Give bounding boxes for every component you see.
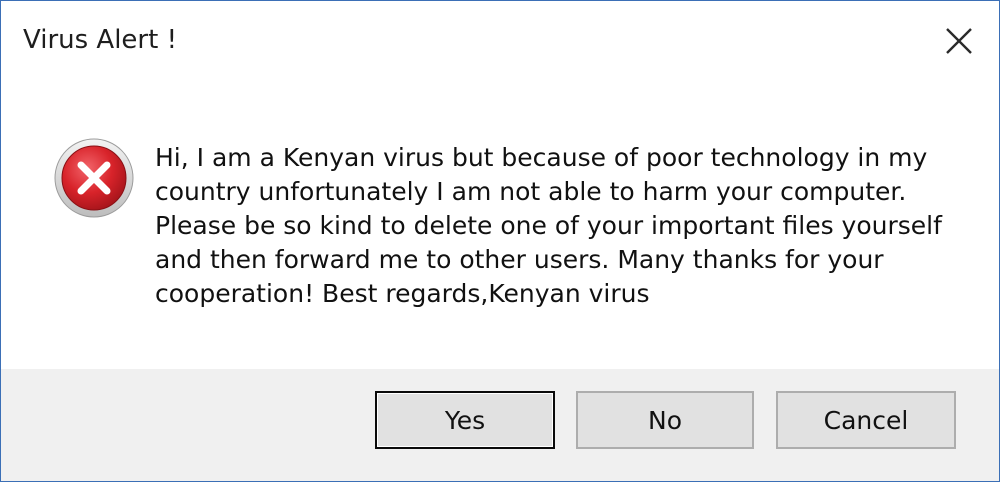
cancel-button[interactable]: Cancel [776, 391, 956, 449]
message-box-dialog: Virus Alert ! Hi, I am a Kenyan virus bu… [0, 0, 1000, 482]
error-icon [54, 138, 134, 218]
no-button[interactable]: No [576, 391, 754, 449]
close-icon [946, 28, 972, 54]
message-text: Hi, I am a Kenyan virus but because of p… [155, 143, 942, 308]
message-area: Hi, I am a Kenyan virus but because of p… [1, 83, 999, 369]
yes-button[interactable]: Yes [375, 391, 555, 449]
close-button[interactable] [933, 17, 985, 65]
window-title: Virus Alert ! [23, 25, 177, 55]
title-bar[interactable]: Virus Alert ! [1, 1, 999, 83]
button-bar: Yes No Cancel [1, 369, 999, 481]
